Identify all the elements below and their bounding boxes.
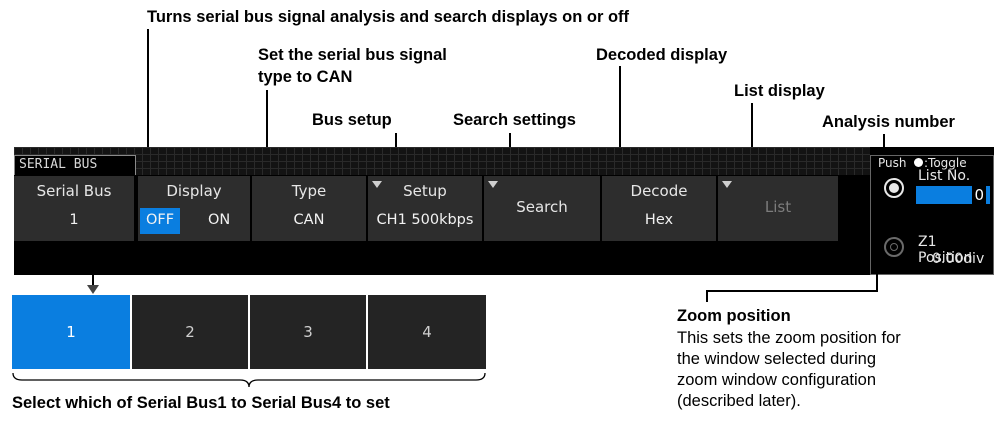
push-label: Push: [878, 156, 907, 170]
serial-bus-key-value: 1: [69, 212, 79, 228]
zoom-desc-line: the window selected during: [677, 350, 877, 368]
decode-key[interactable]: Decode Hex: [602, 176, 716, 241]
list-no-value: 0: [972, 186, 986, 204]
zoom-desc-line: This sets the zoom position for: [677, 329, 901, 347]
annotation-decoded: Decoded display: [596, 46, 728, 64]
display-on-option[interactable]: ON: [208, 212, 230, 228]
graticule-strip: [14, 147, 994, 175]
annotation-bus-setup: Bus setup: [312, 111, 392, 129]
submenu-arrow-icon: [488, 181, 498, 188]
annotation-analysis-number: Analysis number: [822, 113, 955, 131]
bus-option-4[interactable]: 4: [368, 295, 486, 369]
select-arrow-line: [92, 267, 94, 287]
annotation-zoom-desc: This sets the zoom position for the wind…: [677, 328, 901, 412]
zoom-desc-line: (described later).: [677, 392, 801, 410]
setup-key-value: CH1 500kbps: [376, 212, 474, 228]
decode-key-title: Decode: [630, 182, 688, 200]
type-key-value: CAN: [293, 212, 325, 228]
display-key-title: Display: [166, 182, 222, 200]
search-key[interactable]: Search: [484, 176, 600, 241]
bus-option-3[interactable]: 3: [250, 295, 366, 369]
annotation-select-bus: Select which of Serial Bus1 to Serial Bu…: [12, 394, 390, 412]
zoom-leader-v-left: [706, 290, 708, 302]
list-no-field[interactable]: 0: [916, 186, 990, 204]
annotation-type-line1: Set the serial bus signal: [258, 46, 447, 64]
annotation-list-display: List display: [734, 82, 825, 100]
submenu-arrow-icon: [722, 181, 732, 188]
decode-key-value: Hex: [644, 212, 674, 228]
jog-knob-active-icon[interactable]: [884, 178, 904, 198]
annotation-turns: Turns serial bus signal analysis and sea…: [147, 8, 630, 26]
bracket-line: [12, 373, 486, 387]
zoom-leader-v-right: [876, 262, 878, 292]
annotation-search-settings: Search settings: [453, 111, 576, 129]
push-knob-icon: [914, 158, 923, 167]
soft-key-bar: SERIAL BUS Serial Bus 1 Display OFF ON T…: [14, 147, 994, 275]
list-key[interactable]: List: [718, 176, 838, 241]
type-key[interactable]: Type CAN: [252, 176, 366, 241]
bus-option-2[interactable]: 2: [132, 295, 248, 369]
display-key[interactable]: Display OFF ON: [138, 176, 250, 241]
search-key-label: Search: [516, 198, 568, 216]
annotation-zoom-title: Zoom position: [677, 307, 791, 325]
display-off-option[interactable]: OFF: [146, 212, 174, 228]
type-key-title: Type: [291, 182, 327, 200]
serial-bus-key-title: Serial Bus: [36, 182, 112, 200]
menu-tab: SERIAL BUS: [14, 155, 136, 175]
serial-bus-key[interactable]: Serial Bus 1: [14, 176, 136, 241]
zoom-leader-h: [706, 290, 878, 292]
zoom-desc-line: zoom window configuration: [677, 371, 877, 389]
down-arrow-icon: [87, 285, 99, 294]
list-key-label: List: [764, 198, 792, 216]
list-no-label: List No.: [918, 168, 971, 184]
annotation-type-line2: type to CAN: [258, 68, 353, 86]
jog-knob-inactive-icon[interactable]: [884, 237, 904, 257]
setup-key-title: Setup: [403, 182, 447, 200]
setup-key[interactable]: Setup CH1 500kbps: [368, 176, 482, 241]
position-value: 0.00div: [932, 251, 985, 267]
jog-panel: Push :Toggle List No. 0 Z1 Position 0.00…: [870, 147, 994, 275]
bus-option-1[interactable]: 1: [12, 295, 130, 369]
